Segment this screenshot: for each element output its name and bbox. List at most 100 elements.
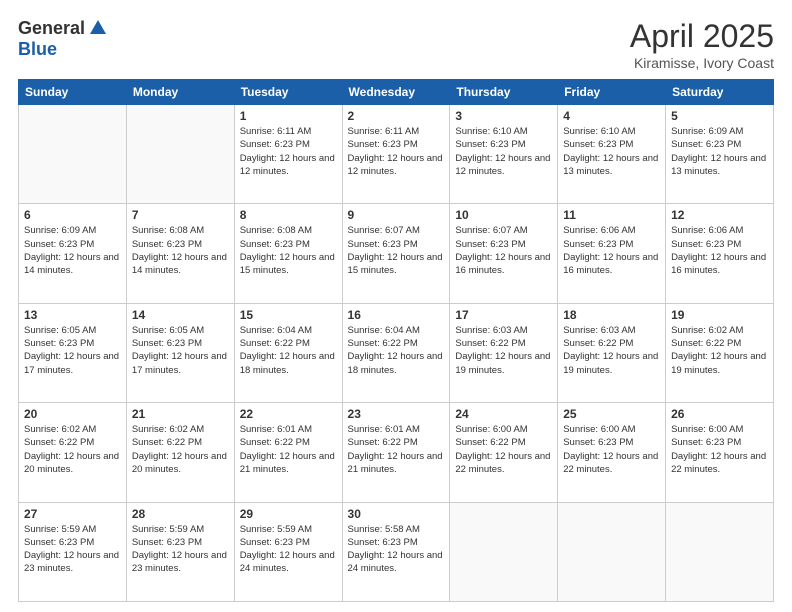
day-number: 14 — [132, 308, 229, 322]
day-info: Sunrise: 5:58 AM Sunset: 6:23 PM Dayligh… — [348, 523, 445, 576]
logo-blue-text: Blue — [18, 39, 57, 59]
calendar-cell — [126, 105, 234, 204]
calendar-cell — [666, 502, 774, 601]
title-section: April 2025 Kiramisse, Ivory Coast — [630, 18, 774, 71]
day-info: Sunrise: 6:10 AM Sunset: 6:23 PM Dayligh… — [455, 125, 552, 178]
day-number: 7 — [132, 208, 229, 222]
day-info: Sunrise: 6:05 AM Sunset: 6:23 PM Dayligh… — [24, 324, 121, 377]
calendar-cell: 19 Sunrise: 6:02 AM Sunset: 6:22 PM Dayli… — [666, 303, 774, 402]
calendar-cell: 20Sunrise: 6:02 AM Sunset: 6:22 PM Dayli… — [19, 403, 127, 502]
month-title: April 2025 — [630, 18, 774, 55]
day-info: Sunrise: 6:05 AM Sunset: 6:23 PM Dayligh… — [132, 324, 229, 377]
header-sunday: Sunday — [19, 80, 127, 105]
logo-general-text: General — [18, 18, 85, 39]
header-monday: Monday — [126, 80, 234, 105]
day-info: Sunrise: 6:00 AM Sunset: 6:22 PM Dayligh… — [455, 423, 552, 476]
calendar-week-0: 1Sunrise: 6:11 AM Sunset: 6:23 PM Daylig… — [19, 105, 774, 204]
day-info: Sunrise: 6:01 AM Sunset: 6:22 PM Dayligh… — [348, 423, 445, 476]
calendar-cell: 18 Sunrise: 6:03 AM Sunset: 6:22 PM Dayli… — [558, 303, 666, 402]
calendar-cell: 10Sunrise: 6:07 AM Sunset: 6:23 PM Dayli… — [450, 204, 558, 303]
calendar-week-2: 13Sunrise: 6:05 AM Sunset: 6:23 PM Dayli… — [19, 303, 774, 402]
header: General Blue April 2025 Kiramisse, Ivory… — [18, 18, 774, 71]
day-number: 30 — [348, 507, 445, 521]
day-info: Sunrise: 6:08 AM Sunset: 6:23 PM Dayligh… — [240, 224, 337, 277]
calendar-week-1: 6Sunrise: 6:09 AM Sunset: 6:23 PM Daylig… — [19, 204, 774, 303]
day-number: 15 — [240, 308, 337, 322]
day-number: 1 — [240, 109, 337, 123]
calendar-cell: 27 Sunrise: 5:59 AM Sunset: 6:23 PM Dayli… — [19, 502, 127, 601]
day-info: Sunrise: 5:59 AM Sunset: 6:23 PM Dayligh… — [240, 523, 337, 576]
logo-icon — [88, 18, 108, 36]
calendar-cell: 9 Sunrise: 6:07 AM Sunset: 6:23 PM Daylig… — [342, 204, 450, 303]
day-info: Sunrise: 6:07 AM Sunset: 6:23 PM Dayligh… — [348, 224, 445, 277]
calendar-cell: 28 Sunrise: 5:59 AM Sunset: 6:23 PM Dayli… — [126, 502, 234, 601]
calendar-week-4: 27 Sunrise: 5:59 AM Sunset: 6:23 PM Dayli… — [19, 502, 774, 601]
day-info: Sunrise: 6:00 AM Sunset: 6:23 PM Dayligh… — [671, 423, 768, 476]
calendar-cell — [450, 502, 558, 601]
day-info: Sunrise: 6:02 AM Sunset: 6:22 PM Dayligh… — [132, 423, 229, 476]
day-number: 19 — [671, 308, 768, 322]
calendar-cell: 26 Sunrise: 6:00 AM Sunset: 6:23 PM Dayli… — [666, 403, 774, 502]
day-info: Sunrise: 6:01 AM Sunset: 6:22 PM Dayligh… — [240, 423, 337, 476]
day-number: 9 — [348, 208, 445, 222]
day-info: Sunrise: 6:04 AM Sunset: 6:22 PM Dayligh… — [348, 324, 445, 377]
day-number: 18 — [563, 308, 660, 322]
calendar-cell: 14 Sunrise: 6:05 AM Sunset: 6:23 PM Dayli… — [126, 303, 234, 402]
header-tuesday: Tuesday — [234, 80, 342, 105]
day-number: 2 — [348, 109, 445, 123]
calendar-cell: 12 Sunrise: 6:06 AM Sunset: 6:23 PM Dayli… — [666, 204, 774, 303]
calendar-cell: 1Sunrise: 6:11 AM Sunset: 6:23 PM Daylig… — [234, 105, 342, 204]
day-number: 5 — [671, 109, 768, 123]
calendar-cell: 7 Sunrise: 6:08 AM Sunset: 6:23 PM Daylig… — [126, 204, 234, 303]
day-number: 28 — [132, 507, 229, 521]
calendar-week-3: 20Sunrise: 6:02 AM Sunset: 6:22 PM Dayli… — [19, 403, 774, 502]
calendar-cell — [19, 105, 127, 204]
day-info: Sunrise: 6:06 AM Sunset: 6:23 PM Dayligh… — [671, 224, 768, 277]
day-info: Sunrise: 6:10 AM Sunset: 6:23 PM Dayligh… — [563, 125, 660, 178]
day-info: Sunrise: 6:02 AM Sunset: 6:22 PM Dayligh… — [671, 324, 768, 377]
weekday-header-row: Sunday Monday Tuesday Wednesday Thursday… — [19, 80, 774, 105]
calendar-cell: 15 Sunrise: 6:04 AM Sunset: 6:22 PM Dayli… — [234, 303, 342, 402]
day-info: Sunrise: 6:04 AM Sunset: 6:22 PM Dayligh… — [240, 324, 337, 377]
header-wednesday: Wednesday — [342, 80, 450, 105]
day-number: 24 — [455, 407, 552, 421]
calendar-cell: 21 Sunrise: 6:02 AM Sunset: 6:22 PM Dayli… — [126, 403, 234, 502]
calendar-cell: 25 Sunrise: 6:00 AM Sunset: 6:23 PM Dayli… — [558, 403, 666, 502]
day-info: Sunrise: 6:08 AM Sunset: 6:23 PM Dayligh… — [132, 224, 229, 277]
day-info: Sunrise: 6:02 AM Sunset: 6:22 PM Dayligh… — [24, 423, 121, 476]
day-info: Sunrise: 5:59 AM Sunset: 6:23 PM Dayligh… — [24, 523, 121, 576]
day-info: Sunrise: 6:03 AM Sunset: 6:22 PM Dayligh… — [563, 324, 660, 377]
calendar-cell: 17 Sunrise: 6:03 AM Sunset: 6:22 PM Dayli… — [450, 303, 558, 402]
calendar-cell: 16Sunrise: 6:04 AM Sunset: 6:22 PM Dayli… — [342, 303, 450, 402]
day-number: 4 — [563, 109, 660, 123]
day-info: Sunrise: 6:09 AM Sunset: 6:23 PM Dayligh… — [24, 224, 121, 277]
day-number: 26 — [671, 407, 768, 421]
day-number: 3 — [455, 109, 552, 123]
day-info: Sunrise: 5:59 AM Sunset: 6:23 PM Dayligh… — [132, 523, 229, 576]
day-number: 23 — [348, 407, 445, 421]
day-number: 17 — [455, 308, 552, 322]
day-number: 21 — [132, 407, 229, 421]
header-saturday: Saturday — [666, 80, 774, 105]
calendar-cell: 30 Sunrise: 5:58 AM Sunset: 6:23 PM Dayli… — [342, 502, 450, 601]
day-info: Sunrise: 6:09 AM Sunset: 6:23 PM Dayligh… — [671, 125, 768, 178]
calendar-cell: 5 Sunrise: 6:09 AM Sunset: 6:23 PM Daylig… — [666, 105, 774, 204]
calendar-cell: 11Sunrise: 6:06 AM Sunset: 6:23 PM Dayli… — [558, 204, 666, 303]
day-number: 25 — [563, 407, 660, 421]
calendar-cell: 8Sunrise: 6:08 AM Sunset: 6:23 PM Daylig… — [234, 204, 342, 303]
calendar-cell: 3 Sunrise: 6:10 AM Sunset: 6:23 PM Daylig… — [450, 105, 558, 204]
calendar-cell: 13Sunrise: 6:05 AM Sunset: 6:23 PM Dayli… — [19, 303, 127, 402]
calendar-cell: 24 Sunrise: 6:00 AM Sunset: 6:22 PM Dayli… — [450, 403, 558, 502]
page: General Blue April 2025 Kiramisse, Ivory… — [0, 0, 792, 612]
calendar-cell: 4 Sunrise: 6:10 AM Sunset: 6:23 PM Daylig… — [558, 105, 666, 204]
calendar-cell: 23 Sunrise: 6:01 AM Sunset: 6:22 PM Dayli… — [342, 403, 450, 502]
day-number: 10 — [455, 208, 552, 222]
day-number: 27 — [24, 507, 121, 521]
logo: General Blue — [18, 18, 108, 60]
day-number: 12 — [671, 208, 768, 222]
location: Kiramisse, Ivory Coast — [630, 55, 774, 71]
day-info: Sunrise: 6:03 AM Sunset: 6:22 PM Dayligh… — [455, 324, 552, 377]
header-friday: Friday — [558, 80, 666, 105]
calendar-cell: 2Sunrise: 6:11 AM Sunset: 6:23 PM Daylig… — [342, 105, 450, 204]
day-info: Sunrise: 6:00 AM Sunset: 6:23 PM Dayligh… — [563, 423, 660, 476]
